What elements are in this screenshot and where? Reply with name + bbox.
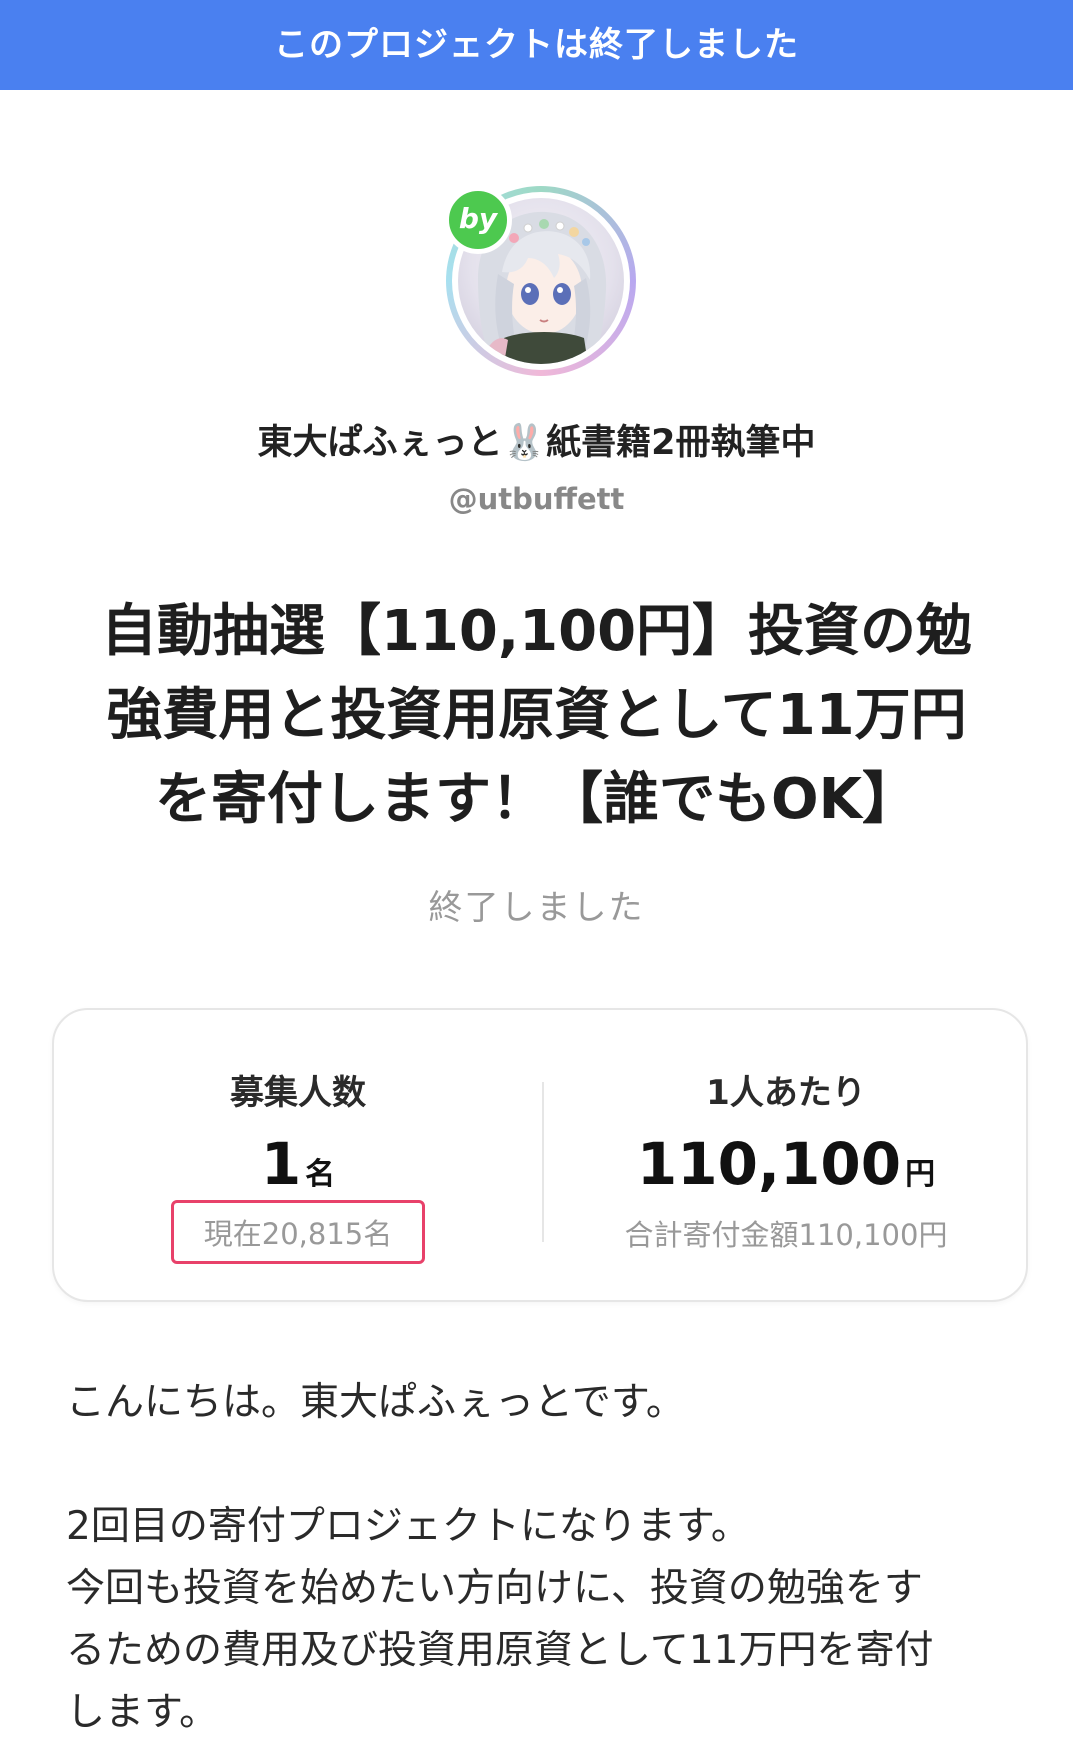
project-description: こんにちは。東大ぱふぇっとです。 2回目の寄付プロジェクトになります。 今回も投… [66,1372,1016,1744]
by-badge: by [444,186,512,254]
description-line: します。 [66,1690,219,1735]
current-applicants: 現在20,815名 [54,1200,542,1264]
per-person-column: 1人あたり 110,100 円 合計寄付金額110,100円 [542,1010,1030,1304]
recruit-count-unit: 名 [305,1157,336,1192]
current-applicants-highlight: 現在20,815名 [170,1200,426,1264]
per-person-unit: 円 [905,1157,936,1192]
project-title-line: を寄付します！【誰でもOK】 [155,767,918,832]
creator-name[interactable]: 東大ぱふぇっと🐰紙書籍2冊執筆中 [0,414,1073,465]
recruit-count-column: 募集人数 1名 現在20,815名 [54,1010,542,1304]
project-title: 自動抽選【110,100円】投資の勉 強費用と投資用原資として11万円 を寄付し… [60,590,1013,842]
project-title-line: 自動抽選【110,100円】投資の勉 [100,599,973,664]
description-line: 今回も投資を始めたい方向けに、投資の勉強をす [66,1566,923,1611]
stats-card: 募集人数 1名 現在20,815名 1人あたり 110,100 円 合計寄付金額1… [52,1008,1028,1302]
description-line: 2回目の寄付プロジェクトになります。 [66,1504,750,1549]
project-title-line: 強費用と投資用原資として11万円 [106,683,967,748]
project-ended-banner: このプロジェクトは終了しました [0,0,1073,90]
recruit-count-value: 1名 [54,1130,542,1198]
creator-avatar[interactable]: by [444,186,636,376]
description-greeting: こんにちは。東大ぱふぇっとです。 [66,1380,685,1425]
project-status: 終了しました [428,888,645,928]
creator-handle[interactable]: @utbuffett [0,482,1073,516]
total-donation: 合計寄付金額110,100円 [624,1218,948,1252]
per-person-amount: 110,100 [636,1130,902,1198]
recruit-count-label: 募集人数 [230,1073,366,1113]
per-person-value: 110,100 円 [542,1130,1030,1198]
description-line: るための費用及び投資用原資として11万円を寄付 [66,1628,934,1673]
recruit-count-number: 1 [260,1130,302,1198]
per-person-label: 1人あたり [706,1073,866,1113]
